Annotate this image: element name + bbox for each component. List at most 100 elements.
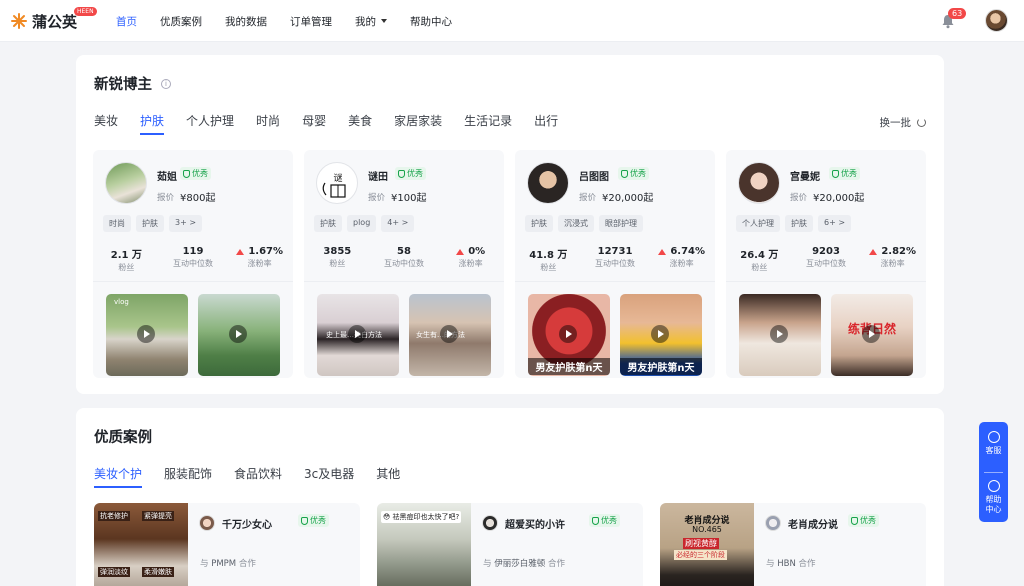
badge-label: 优秀 — [601, 516, 617, 525]
blogger-card[interactable]: 宫曼妮 优秀 报价 ¥20,000起 个人护理 护肤 6+ > 26.4 万粉丝… — [726, 150, 926, 378]
thumb-row: 史上最…美白方法 女生有…的方法 — [317, 294, 501, 376]
play-icon — [229, 325, 247, 343]
tab-3c-appliances[interactable]: 3c及电器 — [304, 465, 354, 488]
tab-personal-care[interactable]: 个人护理 — [186, 112, 234, 135]
stat-fans: 3855 粉丝 — [304, 246, 371, 269]
video-thumbnail[interactable]: 男友护肤第n天 — [620, 294, 702, 376]
stats-row: 26.4 万粉丝 9203 互动中位数 2.82% 涨粉率 — [726, 246, 926, 273]
collab-prefix: 与 — [766, 559, 775, 569]
case-card[interactable]: 抗老修护 紧弹提亮 弹润淡纹 柔滑嫩肤 千万少女心 优秀 与 PMPM 合作 — [94, 503, 360, 586]
stat-value: 119 — [182, 246, 204, 257]
collab-prefix: 与 — [483, 559, 492, 569]
case-caption: 弹润淡纹 — [98, 567, 130, 577]
caret-down-icon — [381, 19, 387, 23]
excellent-badge: 优秀 — [829, 167, 860, 180]
collab-suffix: 合作 — [798, 559, 816, 569]
tag-list: 时尚 护肤 3+ > — [103, 215, 207, 232]
tag: 眼部护理 — [599, 215, 643, 232]
quality-cases-title: 优质案例 — [94, 430, 152, 446]
tab-home[interactable]: 家居家装 — [394, 112, 442, 135]
video-thumbnail[interactable]: vlog — [106, 294, 188, 376]
tab-food-drink[interactable]: 食品饮料 — [234, 465, 282, 488]
video-thumbnail[interactable]: 练背日然 — [831, 294, 913, 376]
customer-service-button[interactable]: 客服 — [979, 431, 1008, 456]
tab-apparel[interactable]: 服装配饰 — [164, 465, 212, 488]
case-image: 老肖成分说 NO.465 刷视黄醇 必经的三个阶段 — [660, 503, 754, 586]
new-bloggers-section: 新锐博主 i 美妆 护肤 个人护理 时尚 母婴 美食 家居家装 生活记录 出行 … — [76, 55, 944, 394]
stat-fans: 41.8 万粉丝 — [515, 246, 582, 273]
tab-makeup[interactable]: 美妆 — [94, 112, 118, 135]
stat-value: 2.1 万 — [110, 250, 142, 261]
video-thumbnail[interactable] — [739, 294, 821, 376]
tab-food[interactable]: 美食 — [348, 112, 372, 135]
badge-label: 优秀 — [310, 516, 326, 525]
arrow-up-icon — [456, 248, 465, 255]
tab-baby[interactable]: 母婴 — [302, 112, 326, 135]
stat-fans: 26.4 万粉丝 — [726, 246, 793, 273]
stat-value: 1.67% — [248, 246, 284, 257]
tab-beauty-care[interactable]: 美妆个护 — [94, 465, 143, 488]
case-collab: 与 伊丽莎白雅顿 合作 — [483, 557, 565, 569]
tab-lifestyle[interactable]: 生活记录 — [464, 112, 512, 135]
help-center-button[interactable]: 帮助中心 — [979, 480, 1008, 515]
nav-orders[interactable]: 订单管理 — [290, 14, 332, 29]
nav-help[interactable]: 帮助中心 — [410, 14, 452, 29]
info-icon[interactable]: i — [161, 78, 171, 89]
thumb-row: 男友护肤第n天 男友护肤第n天 — [528, 294, 712, 376]
ink-logo-icon: 谜 — [322, 173, 346, 198]
stat-label: 互动中位数 — [806, 259, 846, 268]
blogger-cards: 茹姐 优秀 报价 ¥800起 时尚 护肤 3+ > 2.1 万粉丝 119 互动中… — [93, 150, 926, 378]
video-thumbnail[interactable]: 女生有…的方法 — [409, 294, 491, 376]
stat-fans: 2.1 万粉丝 — [93, 246, 160, 273]
nav-cases[interactable]: 优质案例 — [160, 14, 202, 29]
divider — [515, 281, 715, 282]
case-card[interactable]: 老肖成分说 NO.465 刷视黄醇 必经的三个阶段 老肖成分说 优秀 与 HBN… — [660, 503, 926, 586]
tag: 护肤 — [525, 215, 553, 232]
logo[interactable]: 蒲公英 — [10, 10, 77, 32]
more-tags[interactable]: 3+ > — [169, 215, 203, 232]
blogger-name: 茹姐 — [157, 172, 177, 183]
category-tabs: 美妆 护肤 个人护理 时尚 母婴 美食 家居家装 生活记录 出行 — [94, 112, 580, 135]
stat-value: 41.8 万 — [529, 250, 568, 261]
tab-fashion[interactable]: 时尚 — [256, 112, 280, 135]
divider — [93, 281, 293, 282]
case-blogger-name: 超爱买的小许 — [505, 520, 565, 531]
shield-icon — [301, 516, 308, 525]
nav-home[interactable]: 首页 — [116, 14, 137, 29]
divider — [726, 281, 926, 282]
excellent-badge: 优秀 — [298, 514, 329, 527]
stat-value: 2.82% — [881, 246, 917, 257]
collab-suffix: 合作 — [547, 559, 565, 569]
video-thumbnail[interactable] — [198, 294, 280, 376]
badge-label: 优秀 — [192, 169, 208, 178]
case-card[interactable]: 😳 祛黑痘印也太快了吧? 超爱买的小许 优秀 与 伊丽莎白雅顿 合作 — [377, 503, 643, 586]
blogger-avatar — [105, 162, 147, 204]
case-avatar — [199, 515, 215, 531]
tab-skincare[interactable]: 护肤 — [140, 112, 165, 135]
stat-label: 粉丝 — [751, 263, 768, 272]
blogger-card[interactable]: 茹姐 优秀 报价 ¥800起 时尚 护肤 3+ > 2.1 万粉丝 119 互动中… — [93, 150, 293, 378]
blogger-avatar — [527, 162, 569, 204]
nav-my-data[interactable]: 我的数据 — [225, 14, 267, 29]
case-caption: 刷视黄醇 — [683, 538, 719, 549]
video-thumbnail[interactable]: 男友护肤第n天 — [528, 294, 610, 376]
blogger-avatar — [738, 162, 780, 204]
user-avatar[interactable] — [985, 9, 1008, 32]
more-tags[interactable]: 6+ > — [818, 215, 852, 232]
tab-other[interactable]: 其他 — [376, 465, 400, 488]
video-thumbnail[interactable]: 史上最…美白方法 — [317, 294, 399, 376]
more-tags[interactable]: 4+ > — [381, 215, 415, 232]
arrow-up-icon — [236, 248, 245, 255]
refresh-button[interactable]: 换一批 — [880, 115, 926, 130]
app-badge: HEEN — [74, 7, 97, 16]
quality-cases-section: 优质案例 美妆个护 服装配饰 食品饮料 3c及电器 其他 抗老修护 紧弹提亮 弹… — [76, 408, 944, 586]
headset-icon — [987, 431, 1000, 443]
tab-travel[interactable]: 出行 — [534, 112, 558, 135]
blogger-card[interactable]: 吕图图 优秀 报价 ¥20,000起 护肤 沉浸式 眼部护理 41.8 万粉丝 … — [515, 150, 715, 378]
stat-growth: 2.82% 涨粉率 — [859, 246, 926, 273]
price-label: 报价 — [579, 193, 597, 203]
stat-value: 3855 — [323, 246, 352, 257]
case-collab: 与 HBN 合作 — [766, 557, 816, 569]
nav-mine[interactable]: 我的 — [355, 14, 387, 29]
blogger-card[interactable]: 谜 谜田 优秀 报价 ¥100起 护肤 plog 4+ > 3855 粉丝 58 互… — [304, 150, 504, 378]
